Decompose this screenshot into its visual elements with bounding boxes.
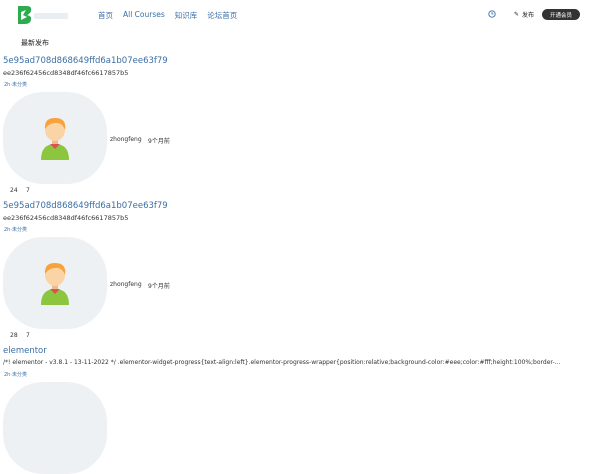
post-author[interactable]: zhongfeng (110, 281, 142, 288)
post-title[interactable]: 5e95ad708d868649ffd6a1b07ee63f79 (3, 56, 168, 66)
post-author[interactable]: zhongfeng (110, 136, 142, 143)
post-views: 24 (10, 187, 18, 194)
post-time: 9个月前 (148, 138, 170, 145)
post-category[interactable]: 2h·未分类 (4, 371, 27, 378)
post-time: 9个月前 (148, 283, 170, 290)
nav-forum-home[interactable]: 论坛首页 (207, 10, 237, 21)
avatar[interactable] (3, 237, 107, 329)
post-excerpt: ee236f62456cd8348df46fc6617857b5 (3, 214, 129, 222)
site-header: 首页 All Courses 知识库 论坛首页 ✎ 发布 开通会员 (0, 0, 600, 32)
open-membership-button[interactable]: 开通会员 (542, 9, 580, 20)
post-category[interactable]: 2h·未分类 (4, 81, 27, 88)
post-category[interactable]: 2h·未分类 (4, 226, 27, 233)
post-title[interactable]: elementor (3, 346, 47, 356)
publish-label: 发布 (522, 12, 535, 19)
main-nav: 首页 All Courses 知识库 论坛首页 (98, 10, 237, 21)
post-excerpt: /*! elementor - v3.8.1 - 13-11-2022 */ .… (3, 359, 561, 366)
user-avatar-icon (41, 118, 69, 160)
avatar[interactable] (3, 382, 107, 474)
nav-all-courses[interactable]: All Courses (123, 10, 165, 21)
post-views: 28 (10, 332, 18, 339)
user-avatar-icon (41, 263, 69, 305)
logo-icon (18, 6, 32, 24)
nav-home[interactable]: 首页 (98, 10, 113, 21)
post-comments: 7 (26, 332, 30, 339)
avatar[interactable] (3, 92, 107, 184)
pen-icon: ✎ (514, 11, 520, 18)
post-comments: 7 (26, 187, 30, 194)
post-excerpt: ee236f62456cd8348df46fc6617857b5 (3, 69, 129, 77)
publish-button[interactable]: ✎ 发布 (514, 10, 534, 19)
site-logo[interactable] (18, 6, 70, 24)
logo-wordmark (34, 13, 68, 19)
section-title: 最新发布 (21, 39, 49, 47)
nav-knowledge-base[interactable]: 知识库 (175, 10, 198, 21)
clock-icon[interactable] (488, 10, 496, 18)
post-title[interactable]: 5e95ad708d868649ffd6a1b07ee63f79 (3, 201, 168, 211)
